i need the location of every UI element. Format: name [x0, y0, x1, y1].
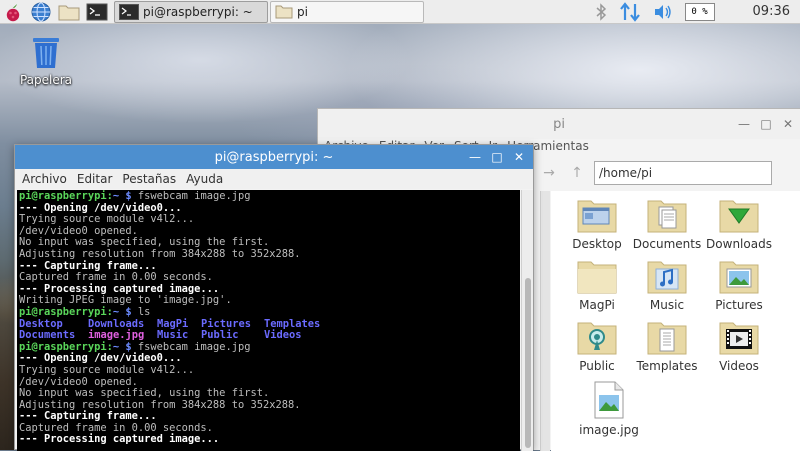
bluetooth-icon [596, 2, 606, 21]
eject-button[interactable] [727, 3, 743, 21]
image-file-icon [594, 381, 624, 419]
cpu-usage-value: 0 % [691, 6, 708, 17]
videos-folder-icon [719, 322, 759, 355]
file-item-templates[interactable]: Templates [629, 319, 705, 373]
file-item-documents[interactable]: Documents [629, 197, 705, 251]
file-label: image.jpg [579, 423, 639, 437]
up-button[interactable]: ↑ [566, 162, 588, 184]
documents-folder-icon [647, 200, 687, 233]
terminal-window: pi@raspberrypi: ~ — □ ✕ Archivo Editar P… [14, 144, 534, 451]
file-label: Public [579, 359, 615, 373]
maximize-button[interactable]: □ [491, 151, 503, 163]
network-button[interactable] [619, 1, 641, 22]
close-button[interactable]: ✕ [782, 118, 794, 130]
path-input[interactable] [594, 161, 772, 185]
file-item-magpi[interactable]: MagPi [559, 258, 635, 312]
terminal-line: --- Processing captured image... [19, 433, 220, 446]
menu-ayuda[interactable]: Ayuda [186, 172, 223, 186]
file-grid: Desktop Documents Downloads MagPi Music … [551, 191, 800, 451]
terminal-output[interactable]: pi@raspberrypi:~ $ fswebcam image.jpg ---… [17, 190, 520, 451]
scrollbar-thumb[interactable] [525, 278, 531, 448]
folder-icon [577, 261, 617, 294]
file-label: Desktop [572, 237, 622, 251]
file-label: Videos [719, 359, 759, 373]
file-item-desktop[interactable]: Desktop [559, 197, 635, 251]
window-title: pi@raspberrypi: ~ [214, 149, 334, 165]
minimize-button[interactable]: — [738, 118, 750, 130]
bluetooth-button[interactable] [595, 2, 607, 21]
volume-button[interactable] [653, 4, 673, 20]
taskbar-task-terminal[interactable]: pi@raspberrypi: ~ [114, 0, 268, 23]
terminal-scrollbar[interactable] [521, 190, 533, 451]
menu-editar[interactable]: Editar [77, 172, 113, 186]
file-item-videos[interactable]: Videos [701, 319, 777, 373]
taskbar-task-file-manager[interactable]: pi [270, 0, 424, 23]
file-label: Music [649, 298, 685, 312]
clock[interactable]: 09:36 [753, 4, 790, 19]
pictures-folder-icon [719, 261, 759, 294]
terminal-icon [86, 3, 108, 20]
trash-icon [33, 38, 59, 68]
network-updown-icon [619, 1, 640, 22]
forward-button[interactable]: → [538, 162, 560, 184]
raspberry-menu-button[interactable] [2, 1, 24, 23]
terminal-line: pi@raspberrypi:~ $ fswebcam image.jpg [19, 190, 251, 202]
file-label: MagPi [579, 298, 615, 312]
system-tray: 0 % 09:36 [589, 0, 800, 24]
globe-icon [31, 2, 51, 21]
taskbar-task-label: pi [297, 4, 308, 19]
file-manager-titlebar[interactable]: pi — □ ✕ [318, 109, 800, 139]
file-label: Downloads [706, 237, 772, 251]
menu-pestanas[interactable]: Pestañas [122, 172, 176, 186]
file-manager-launcher[interactable] [58, 1, 80, 23]
sidebar-scrollbar[interactable] [540, 191, 550, 451]
trash-label: Papelera [19, 73, 73, 87]
close-button[interactable]: ✕ [513, 151, 525, 163]
file-item-downloads[interactable]: Downloads [701, 197, 777, 251]
taskbar-task-label: pi@raspberrypi: ~ [143, 4, 253, 19]
file-label: Pictures [715, 298, 763, 312]
maximize-button[interactable]: □ [760, 118, 772, 130]
public-folder-icon [577, 322, 617, 355]
music-folder-icon [647, 261, 687, 294]
terminal-icon [119, 3, 139, 20]
volume-icon [654, 4, 671, 19]
window-title: pi [553, 116, 565, 132]
terminal-titlebar[interactable]: pi@raspberrypi: ~ — □ ✕ [15, 145, 533, 169]
file-item-pictures[interactable]: Pictures [701, 258, 777, 312]
folder-icon [58, 5, 80, 20]
raspberry-icon [6, 3, 20, 21]
minimize-button[interactable]: — [469, 151, 481, 163]
web-browser-launcher[interactable] [30, 1, 52, 23]
terminal-line: Adjusting resolution from 384x288 to 352… [19, 247, 301, 260]
terminal-line: Trying source module v4l2... [19, 363, 195, 376]
file-manager-toolbar: → ↑ [538, 157, 800, 189]
taskbar: pi@raspberrypi: ~ pi 0 % 09:36 [0, 0, 800, 24]
menu-archivo[interactable]: Archivo [22, 172, 67, 186]
terminal-launcher[interactable] [86, 1, 108, 23]
desktop-folder-icon [577, 200, 617, 233]
downloads-folder-icon [719, 200, 759, 233]
file-item-music[interactable]: Music [629, 258, 705, 312]
terminal-line: Captured frame in 0.00 seconds. [19, 271, 213, 284]
templates-folder-icon [647, 322, 687, 355]
terminal-menubar: Archivo Editar Pestañas Ayuda [15, 169, 533, 189]
desktop-trash[interactable]: Papelera [16, 34, 76, 87]
file-label: Templates [636, 359, 698, 373]
file-item-public[interactable]: Public [559, 319, 635, 373]
file-label: Documents [632, 237, 702, 251]
cpu-monitor[interactable]: 0 % [684, 2, 715, 21]
folder-icon [275, 5, 293, 19]
terminal-line: No input was specified, using the first. [19, 387, 270, 400]
file-item-image-jpg[interactable]: image.jpg [571, 381, 647, 437]
